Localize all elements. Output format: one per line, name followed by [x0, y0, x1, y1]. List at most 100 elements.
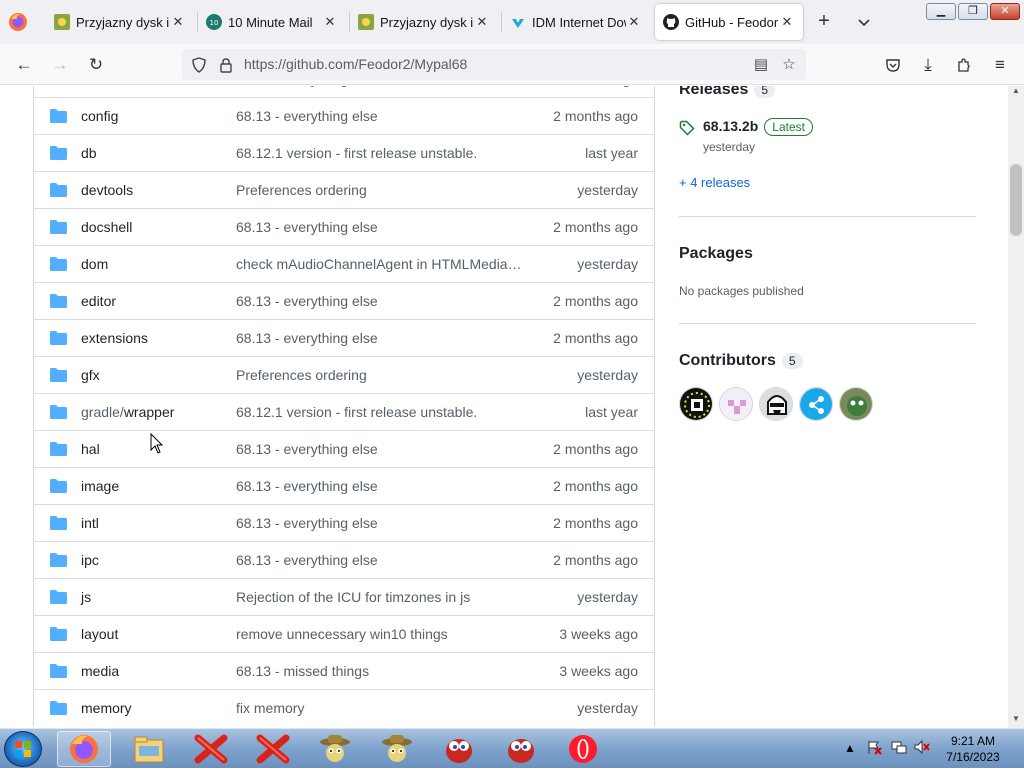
file-row[interactable]: editor 68.13 - everything else 2 months ag…	[34, 282, 654, 319]
file-name-link[interactable]: js	[81, 589, 91, 605]
bookmark-star-icon[interactable]: ☆	[779, 55, 799, 75]
action-center-flag-icon[interactable]	[866, 739, 882, 758]
close-tab-icon[interactable]: ✕	[626, 14, 642, 30]
file-row[interactable]: media 68.13 - missed things 3 weeks ago	[34, 652, 654, 689]
taskbar-cowboy-app-icon[interactable]	[370, 731, 424, 767]
tab-idm[interactable]: IDM Internet Dow ✕	[502, 4, 650, 40]
file-row[interactable]: image 68.13 - everything else 2 months ago	[34, 467, 654, 504]
file-row[interactable]: gradle/wrapper 68.12.1 version - first re…	[34, 393, 654, 430]
file-name-link[interactable]: editor	[81, 293, 116, 309]
file-row[interactable]: gfx Preferences ordering yesterday	[34, 356, 654, 393]
tab-przyjazny-2[interactable]: Przyjazny dysk int ✕	[350, 4, 498, 40]
taskbar-red-x-app-icon[interactable]	[184, 731, 238, 767]
taskbar-red-blob-app-icon[interactable]	[432, 731, 486, 767]
commit-message-link[interactable]: Preferences ordering	[236, 182, 526, 198]
file-row[interactable]: dom check mAudioChannelAgent in HTMLMedia…	[34, 245, 654, 282]
forward-arrow-icon[interactable]: →	[49, 54, 71, 76]
taskbar-opera-icon[interactable]	[556, 731, 610, 767]
file-name-link[interactable]: gfx	[81, 367, 100, 383]
url-bar[interactable]: https://github.com/Feodor2/Mypal68 ▤ ☆	[182, 49, 806, 80]
commit-message-link[interactable]: 68.13 - everything else	[236, 86, 526, 87]
commit-message-link[interactable]: 68.12.1 version - first release unstable…	[236, 145, 526, 161]
start-button[interactable]	[4, 731, 42, 767]
file-name-link[interactable]: db	[81, 145, 97, 161]
file-name-link[interactable]: hal	[81, 441, 100, 457]
back-arrow-icon[interactable]: ←	[13, 54, 35, 76]
commit-message-link[interactable]: fix memory	[236, 700, 526, 716]
file-name-link[interactable]: media	[81, 663, 119, 679]
file-name-link[interactable]: extensions	[81, 330, 148, 346]
pocket-icon[interactable]	[882, 54, 904, 76]
file-row[interactable]: ipc 68.13 - everything else 2 months ago	[34, 541, 654, 578]
tab-10-minute-mail[interactable]: 10 10 Minute Mail ✕	[198, 4, 346, 40]
hamburger-menu-icon[interactable]: ≡	[989, 54, 1011, 76]
commit-message-link[interactable]: 68.13 - everything else	[236, 478, 526, 494]
file-row[interactable]: intl 68.13 - everything else 2 months ago	[34, 504, 654, 541]
contributor-avatar[interactable]	[719, 387, 753, 421]
packages-heading[interactable]: Packages	[679, 245, 753, 263]
commit-message-link[interactable]: 68.13 - everything else	[236, 330, 526, 346]
file-row[interactable]: layout remove unnecessary win10 things 3 w…	[34, 615, 654, 652]
contributor-avatar[interactable]	[839, 387, 873, 421]
reader-view-icon[interactable]: ▤	[751, 55, 771, 75]
commit-message-link[interactable]: 68.13 - everything else	[236, 552, 526, 568]
taskbar-file-explorer-icon[interactable]	[122, 731, 176, 767]
network-icon[interactable]	[891, 739, 907, 758]
contributor-avatar[interactable]	[759, 387, 793, 421]
latest-release-tag[interactable]: 68.13.2b	[703, 118, 758, 134]
minimize-window-button[interactable]: ▁	[926, 3, 956, 20]
close-tab-icon[interactable]: ✕	[474, 14, 490, 30]
commit-message-link[interactable]: remove unnecessary win10 things	[236, 626, 526, 642]
commit-message-link[interactable]: 68.13 - everything else	[236, 515, 526, 531]
tab-github[interactable]: GitHub - Feodor2 ✕	[655, 4, 803, 40]
commit-message-link[interactable]: 68.13 - everything else	[236, 219, 526, 235]
firefox-menu-icon[interactable]	[8, 12, 28, 32]
file-name-link[interactable]: docshell	[81, 219, 132, 235]
commit-message-link[interactable]: Preferences ordering	[236, 367, 526, 383]
contributor-avatar[interactable]	[679, 387, 713, 421]
close-window-button[interactable]: ✕	[990, 3, 1020, 20]
maximize-window-button[interactable]: ❐	[958, 3, 988, 20]
file-name-link[interactable]: dom	[81, 256, 108, 272]
file-row[interactable]: config 68.13 - everything else 2 months ag…	[34, 97, 654, 134]
releases-heading[interactable]: Releases	[679, 86, 748, 98]
file-name-link[interactable]: devtools	[81, 182, 133, 198]
file-row[interactable]: chrome 68.13 - everything else 2 months ag…	[34, 86, 654, 97]
more-releases-link[interactable]: + 4 releases	[679, 175, 750, 190]
taskbar-red-blob-app-icon[interactable]	[494, 731, 548, 767]
file-name-link[interactable]: layout	[81, 626, 118, 642]
file-row[interactable]: memory fix memory yesterday	[34, 689, 654, 726]
scroll-up-arrow-icon[interactable]: ▲	[1008, 86, 1024, 100]
commit-message-link[interactable]: Rejection of the ICU for timzones in js	[236, 589, 526, 605]
vertical-scrollbar[interactable]: ▲ ▼	[1008, 86, 1024, 728]
scrollbar-thumb[interactable]	[1010, 164, 1022, 236]
commit-message-link[interactable]: 68.13 - missed things	[236, 663, 526, 679]
contributor-avatar[interactable]	[799, 387, 833, 421]
commit-message-link[interactable]: check mAudioChannelAgent in HTMLMediaE..…	[236, 256, 526, 272]
new-tab-icon[interactable]: +	[812, 10, 836, 34]
file-row[interactable]: extensions 68.13 - everything else 2 month…	[34, 319, 654, 356]
lock-icon[interactable]	[216, 55, 236, 75]
close-tab-icon[interactable]: ✕	[170, 14, 186, 30]
file-row[interactable]: db 68.12.1 version - first release unstab…	[34, 134, 654, 171]
commit-message-link[interactable]: 68.13 - everything else	[236, 293, 526, 309]
file-name-link[interactable]: gradle/wrapper	[81, 404, 174, 420]
contributors-heading[interactable]: Contributors	[679, 352, 776, 369]
file-name-link[interactable]: image	[81, 478, 119, 494]
file-name-link[interactable]: intl	[81, 515, 99, 531]
file-row[interactable]: hal 68.13 - everything else 2 months ago	[34, 430, 654, 467]
taskbar-cowboy-app-icon[interactable]	[308, 731, 362, 767]
tab-przyjazny-1[interactable]: Przyjazny dysk int ✕	[46, 4, 194, 40]
file-name-link[interactable]: ipc	[81, 552, 99, 568]
commit-message-link[interactable]: 68.13 - everything else	[236, 441, 526, 457]
file-row[interactable]: js Rejection of the ICU for timzones in j…	[34, 578, 654, 615]
volume-muted-icon[interactable]	[914, 739, 930, 758]
file-row[interactable]: docshell 68.13 - everything else 2 months …	[34, 208, 654, 245]
tracking-shield-icon[interactable]	[189, 55, 209, 75]
file-name-link[interactable]: config	[81, 108, 118, 124]
system-clock[interactable]: 9:21 AM 7/16/2023	[935, 733, 1011, 765]
extensions-icon[interactable]	[953, 54, 975, 76]
commit-message-link[interactable]: 68.13 - everything else	[236, 108, 526, 124]
file-row[interactable]: devtools Preferences ordering yesterday	[34, 171, 654, 208]
scroll-down-arrow-icon[interactable]: ▼	[1008, 714, 1024, 728]
